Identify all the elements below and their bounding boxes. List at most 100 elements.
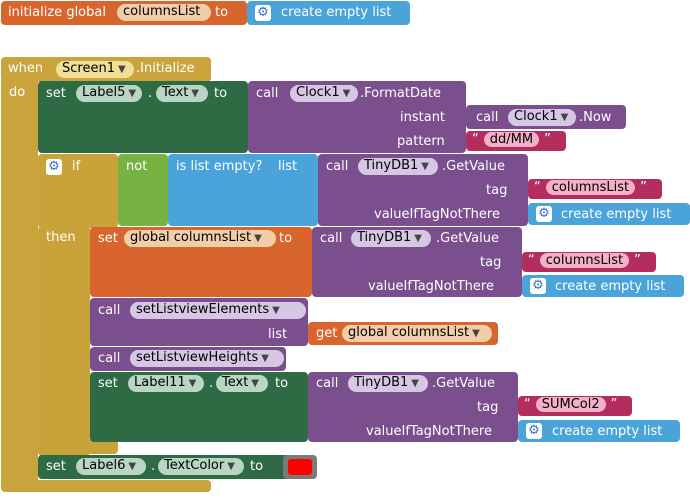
close-quote: ” (634, 253, 641, 268)
tinydb-component-text: TinyDB1 (357, 230, 412, 245)
red-color-swatch[interactable] (288, 459, 312, 475)
chevron-down-icon: ▼ (128, 88, 137, 99)
chevron-down-icon: ▼ (421, 161, 429, 172)
set-to-label: to (214, 86, 228, 101)
chevron-down-icon: ▼ (254, 233, 262, 244)
dot-separator: . (148, 86, 153, 101)
open-quote: “ (472, 132, 479, 147)
default-param-label: valueIfTagNotThere (366, 424, 492, 439)
chevron-down-icon: ▼ (411, 378, 419, 389)
screen-component-dropdown[interactable]: Screen1 ▼ (56, 61, 134, 78)
not-keyword: not (126, 159, 148, 174)
pattern-param-label: pattern (397, 134, 445, 149)
tinydb-component-dropdown[interactable]: TinyDB1 ▼ (348, 375, 428, 392)
label6-text: Label6 (82, 458, 126, 473)
event-block-spine (1, 80, 38, 490)
gear-icon[interactable]: ⚙ (255, 5, 271, 21)
tag-text-field[interactable]: columnsList (545, 180, 636, 195)
label11-component-dropdown[interactable]: Label11 ▼ (128, 375, 204, 392)
global-var-dropdown[interactable]: global columnsList ▼ (124, 230, 276, 247)
tinydb-component-dropdown[interactable]: TinyDB1 ▼ (351, 230, 431, 247)
tag-param-label: tag (477, 400, 499, 415)
close-quote: ” (640, 180, 647, 195)
tag-text-block[interactable]: “ columnsList ” (528, 179, 662, 199)
clock-component-dropdown[interactable]: Clock1 ▼ (290, 85, 358, 102)
tag-param-label: tag (486, 183, 508, 198)
if-block-bottom (38, 440, 118, 454)
if-keyword: if (72, 159, 81, 174)
label5-component-dropdown[interactable]: Label5 ▼ (76, 85, 142, 102)
tag-text-block[interactable]: “ SUMCol2 ” (518, 396, 632, 416)
text-property-dropdown[interactable]: Text ▼ (156, 85, 208, 102)
global-var-name-text: columnsList (123, 4, 201, 19)
dot-separator: . (209, 376, 214, 391)
clock-now-component-text: Clock1 (514, 109, 558, 124)
initialize-to-label: to (215, 5, 229, 20)
event-name-label: .Initialize (136, 61, 195, 76)
tinydb-component-text: TinyDB1 (364, 158, 419, 173)
call-keyword: call (320, 231, 343, 246)
tinydb-component-text: TinyDB1 (354, 375, 409, 390)
call-keyword: call (98, 303, 121, 318)
default-param-label: valueIfTagNotThere (368, 279, 494, 294)
clock-now-component-dropdown[interactable]: Clock1 ▼ (508, 109, 576, 126)
gear-icon[interactable]: ⚙ (46, 159, 62, 175)
chevron-down-icon: ▼ (272, 305, 280, 316)
chevron-down-icon: ▼ (342, 88, 351, 99)
tinydb-component-dropdown[interactable]: TinyDB1 ▼ (358, 158, 438, 175)
procedure-dropdown[interactable]: setListviewHeights ▼ (130, 350, 284, 367)
global-var-name-field[interactable]: columnsList (117, 4, 211, 21)
tag-text-field[interactable]: SUMCol2 (535, 397, 606, 412)
label6-component-dropdown[interactable]: Label6 ▼ (76, 458, 146, 475)
then-keyword: then (46, 230, 76, 245)
create-empty-list-label: create empty list (552, 424, 663, 439)
tag-text-block[interactable]: “ columnsList ” (522, 252, 656, 272)
open-quote: “ (528, 253, 535, 268)
chevron-down-icon: ▼ (227, 461, 235, 472)
gear-icon[interactable]: ⚙ (530, 278, 546, 294)
list-param-label: list (278, 159, 298, 174)
create-empty-list-label: create empty list (555, 279, 666, 294)
chevron-down-icon: ▼ (117, 64, 126, 75)
property-text: Text (162, 85, 189, 100)
if-block-spine (38, 226, 90, 456)
procedure-dropdown[interactable]: setListviewElements ▼ (130, 302, 306, 319)
event-when-label: when (8, 61, 44, 76)
gear-icon[interactable]: ⚙ (536, 206, 552, 222)
set-to-label: to (275, 376, 289, 391)
tag-param-label: tag (480, 255, 502, 270)
pattern-text-block[interactable]: “ dd/MM ” (466, 131, 566, 151)
label5-text: Label5 (82, 85, 126, 100)
chevron-down-icon: ▼ (251, 378, 259, 389)
pattern-text-field[interactable]: dd/MM (483, 132, 540, 147)
is-list-empty-label: is list empty? (176, 159, 263, 174)
call-keyword: call (256, 86, 279, 101)
textcolor-property-dropdown[interactable]: TextColor ▼ (158, 458, 244, 475)
default-param-label: valueIfTagNotThere (374, 207, 500, 222)
set-keyword: set (98, 231, 118, 246)
tag-text-field[interactable]: columnsList (539, 253, 630, 268)
set-to-label: to (279, 231, 293, 246)
gear-icon[interactable]: ⚙ (526, 423, 542, 439)
property-text: Text (222, 375, 249, 390)
set-keyword: set (46, 459, 66, 474)
screen-component-text: Screen1 (62, 61, 115, 76)
open-quote: “ (534, 180, 541, 195)
call-keyword: call (326, 159, 349, 174)
chevron-down-icon: ▼ (261, 353, 269, 364)
chevron-down-icon: ▼ (128, 461, 137, 472)
chevron-down-icon: ▼ (472, 328, 480, 339)
set-keyword: set (98, 376, 118, 391)
chevron-down-icon: ▼ (414, 233, 422, 244)
property-text: TextColor (164, 458, 225, 473)
get-var-dropdown[interactable]: global columnsList ▼ (342, 325, 492, 342)
instant-param-label: instant (400, 110, 446, 125)
text-property-dropdown[interactable]: Text ▼ (216, 375, 268, 392)
procedure-text: setListviewHeights (136, 350, 259, 365)
getvalue-method: .GetValue (442, 159, 506, 174)
call-keyword: call (98, 351, 121, 366)
call-keyword: call (316, 376, 339, 391)
get-keyword: get (316, 326, 338, 341)
create-empty-list-label: create empty list (281, 5, 392, 20)
open-quote: “ (524, 397, 531, 412)
